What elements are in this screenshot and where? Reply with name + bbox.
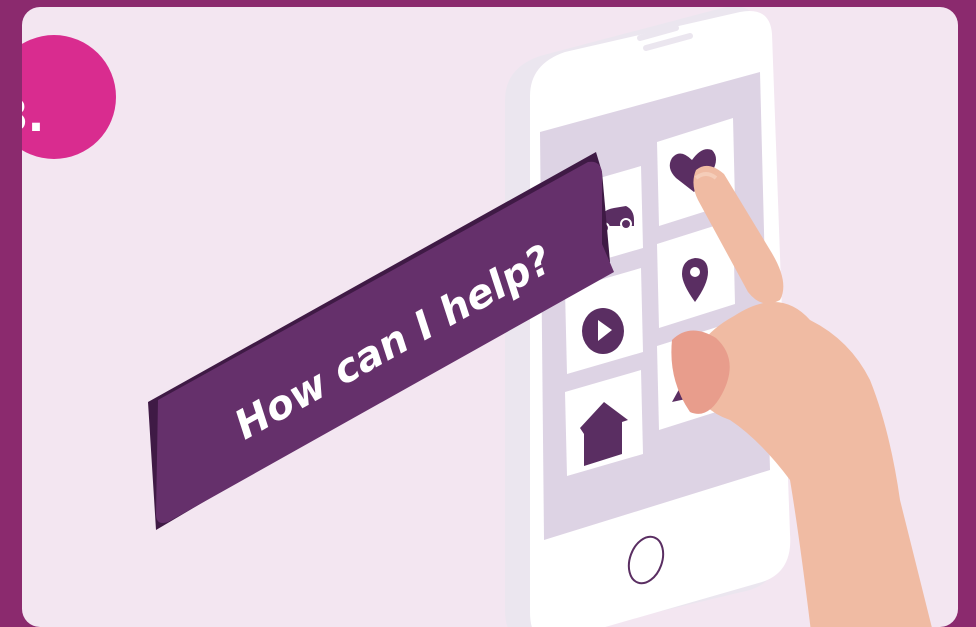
- step-number-label: 3.: [22, 91, 44, 142]
- play-icon: [582, 308, 624, 354]
- illustration-frame: How can I help? 3.: [0, 0, 976, 627]
- illustration-scene: [148, 7, 932, 627]
- illustration-panel: How can I help? 3.: [22, 7, 958, 627]
